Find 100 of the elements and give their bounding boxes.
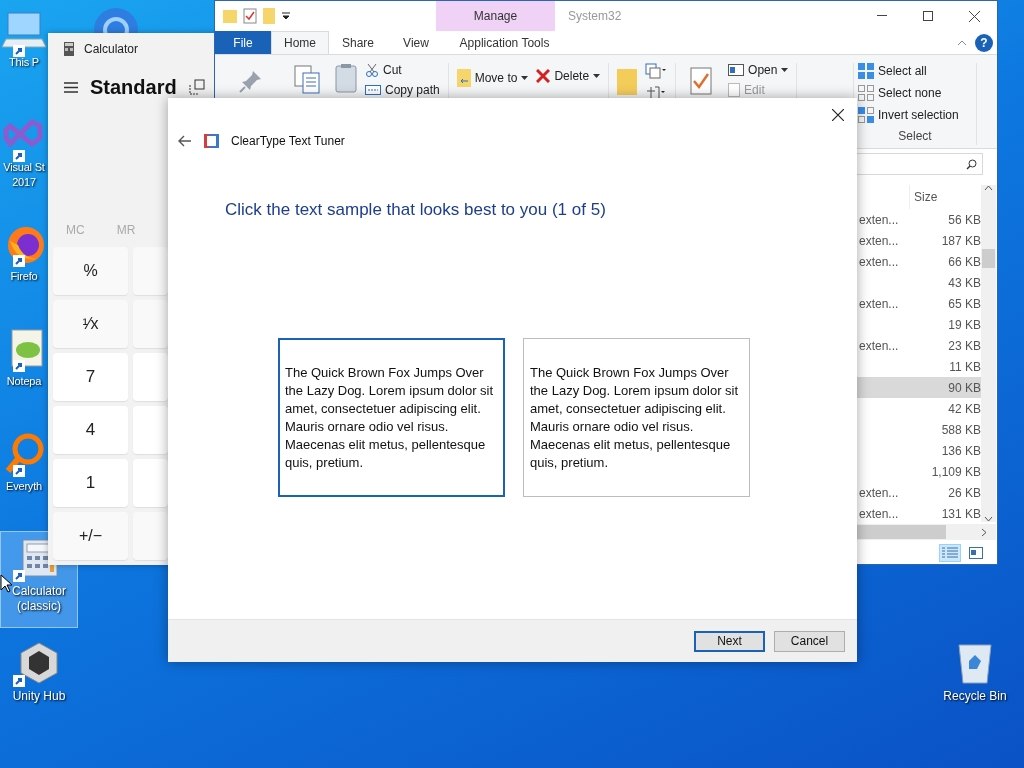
size-cell: 11 KB <box>949 359 981 374</box>
size-cell: 23 KB <box>948 338 981 353</box>
keep-on-top-icon[interactable] <box>188 79 205 95</box>
file-row[interactable]: 19 KB <box>856 314 981 335</box>
calculator-key[interactable]: +/− <box>53 512 128 560</box>
maximize-icon[interactable] <box>923 11 933 21</box>
help-button[interactable]: ? <box>975 33 993 52</box>
calculator-key[interactable]: % <box>53 247 128 295</box>
ribbon-tab[interactable]: File <box>215 31 271 54</box>
table-cell-text: exten... <box>859 254 900 269</box>
icon-label: Unity Hub <box>12 689 66 704</box>
app-icon <box>204 134 219 148</box>
cube-icon <box>17 641 61 685</box>
file-row[interactable]: 588 KB <box>856 419 981 440</box>
file-row[interactable]: 43 KB <box>856 272 981 293</box>
delete-icon <box>536 69 551 83</box>
table-cell-text: exten... <box>859 233 900 248</box>
caret-icon <box>521 76 529 80</box>
file-row[interactable]: 90 KB <box>856 377 981 398</box>
select-none-button[interactable]: Select none <box>858 85 972 101</box>
file-row[interactable]: 1,109 KB <box>856 461 981 482</box>
icon-label: This P <box>9 55 39 70</box>
calculator-key[interactable]: ¹⁄x <box>53 300 128 348</box>
pin-icon[interactable] <box>239 69 263 93</box>
desktop-shortcut[interactable]: Unity Hub <box>0 636 78 733</box>
group-label: Select <box>898 129 932 143</box>
scroll-down-icon[interactable] <box>984 516 993 522</box>
calculator-key[interactable]: 7 <box>53 353 128 401</box>
empty-grid-icon <box>858 85 874 101</box>
minimize-icon[interactable] <box>877 15 887 17</box>
size-cell: 136 KB <box>941 443 981 458</box>
file-row[interactable]: exten... 66 KB <box>856 251 981 272</box>
shortcut-arrow-icon <box>13 150 25 162</box>
menu-icon[interactable] <box>64 81 78 93</box>
size-cell: 1,109 KB <box>931 464 981 479</box>
shortcut-arrow-icon <box>13 255 25 267</box>
size-cell: 66 KB <box>948 254 981 269</box>
ribbon-tab[interactable]: Share <box>329 31 387 54</box>
ribbon-tab[interactable]: View <box>387 31 445 54</box>
file-row[interactable]: exten... 187 KB <box>856 230 981 251</box>
desktop-shortcut[interactable]: Notepa <box>0 321 48 418</box>
file-row[interactable]: 11 KB <box>856 356 981 377</box>
file-row[interactable]: exten... 23 KB <box>856 335 981 356</box>
scroll-thumb[interactable] <box>982 249 995 268</box>
properties-check-icon[interactable] <box>690 67 713 95</box>
desktop-shortcut[interactable]: Everyth <box>0 426 48 523</box>
copy-icon[interactable] <box>293 65 321 95</box>
ribbon-tab[interactable]: Application Tools <box>445 31 564 54</box>
cancel-button[interactable]: Cancel <box>774 630 845 652</box>
file-row[interactable]: exten... 26 KB <box>856 482 981 503</box>
invert-selection-button[interactable]: Invert selection <box>858 107 972 123</box>
select-all-button[interactable]: Select all <box>858 63 972 79</box>
search-icon <box>966 158 977 170</box>
table-cell-text: exten... <box>859 506 900 521</box>
clipboard-icon[interactable] <box>335 63 357 93</box>
collapse-ribbon-icon[interactable] <box>957 39 967 46</box>
back-button[interactable] <box>178 135 192 147</box>
scroll-up-icon[interactable] <box>984 185 993 191</box>
size-cell: 65 KB <box>948 296 981 311</box>
delete-button[interactable]: Delete <box>536 69 601 83</box>
dropdown-icon[interactable] <box>281 11 291 21</box>
text-sample[interactable]: The Quick Brown Fox Jumps Over the Lazy Dog. Lorem ipsum dolor sit amet, consectetuer adipiscing elit. Mauris ornare odio vel risus. Maecenas elit metus, pellentesque quis, pretium. <box>278 338 505 497</box>
folder-icon[interactable] <box>617 69 638 95</box>
calculator-key[interactable]: 4 <box>53 406 128 454</box>
size-cell: 42 KB <box>948 401 981 416</box>
size-cell: 43 KB <box>948 275 981 290</box>
search-field[interactable] <box>856 153 983 175</box>
horizontal-scrollbar[interactable] <box>856 524 996 540</box>
icon-label: Firefo <box>10 269 38 284</box>
table-cell-text: exten... <box>859 212 900 227</box>
ribbon-tab[interactable]: Home <box>271 31 329 54</box>
file-row[interactable]: exten... 65 KB <box>856 293 981 314</box>
file-row[interactable]: exten... 131 KB <box>856 503 981 524</box>
copy-path-button[interactable]: Copy path <box>365 83 440 97</box>
open-button[interactable]: Open <box>728 63 789 77</box>
file-row[interactable]: 136 KB <box>856 440 981 461</box>
size-cell: 187 KB <box>941 233 981 248</box>
vertical-scrollbar[interactable] <box>981 185 996 522</box>
text-sample[interactable]: The Quick Brown Fox Jumps Over the Lazy Dog. Lorem ipsum dolor sit amet, consectetuer adipiscing elit. Mauris ornare odio vel risus. Maecenas elit metus, pellentesque quis, pretium. <box>523 338 750 497</box>
size-cell: 90 KB <box>948 380 981 395</box>
table-cell-text: exten... <box>859 485 900 500</box>
window-icon <box>728 64 745 76</box>
icon-label: Visual St 2017 <box>3 160 45 190</box>
cut-button[interactable]: Cut <box>365 63 440 77</box>
caret-icon <box>781 68 789 72</box>
calculator-key[interactable]: 1 <box>53 459 128 507</box>
size-cell: 26 KB <box>948 485 981 500</box>
icon-label: Everyth <box>6 479 42 494</box>
size-cell: 588 KB <box>941 422 981 437</box>
move-to-button[interactable]: Move to <box>456 69 529 87</box>
easy-access-icon[interactable] <box>645 85 668 101</box>
next-button[interactable]: Next <box>694 630 765 652</box>
new-item-icon[interactable] <box>645 63 668 79</box>
file-row[interactable]: 42 KB <box>856 398 981 419</box>
close-icon[interactable] <box>968 10 980 22</box>
file-row[interactable]: exten... 56 KB <box>856 209 981 230</box>
scroll-right-icon[interactable] <box>981 527 987 537</box>
checklist-icon[interactable] <box>243 8 257 24</box>
icon-label: Calculator (classic) <box>12 584 66 614</box>
close-button[interactable] <box>829 106 847 124</box>
